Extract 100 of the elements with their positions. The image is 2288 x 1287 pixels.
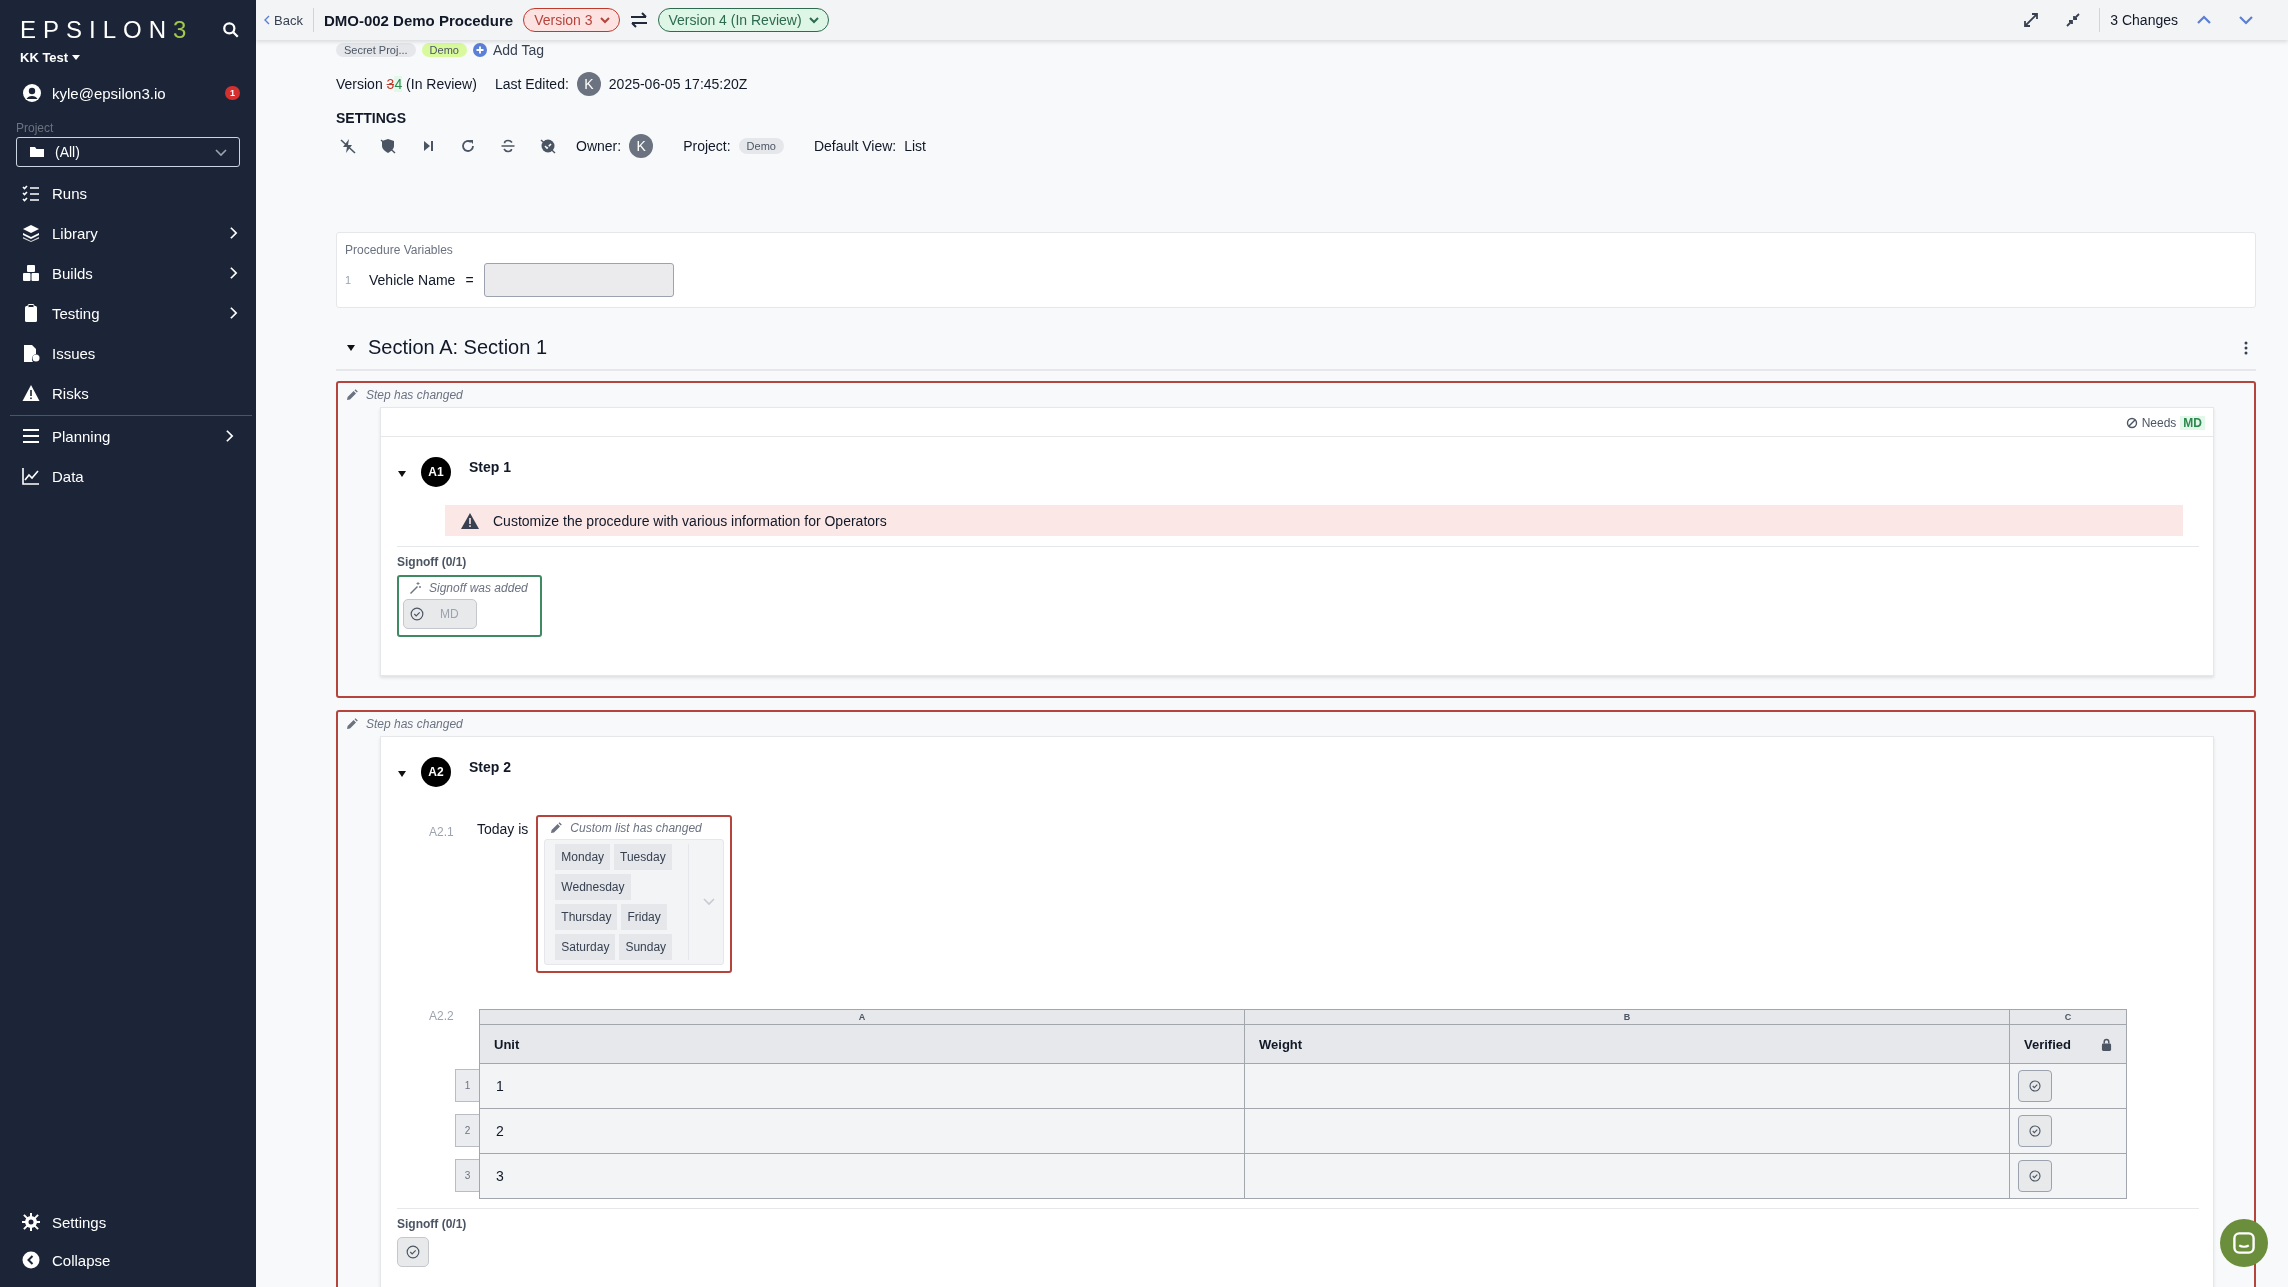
caret-icon[interactable] bbox=[72, 55, 81, 60]
multi-select[interactable]: Monday Tuesday Wednesday Thursday Friday Saturday Sunday bbox=[544, 839, 725, 965]
chevron-right-icon bbox=[225, 429, 234, 443]
library-icon bbox=[22, 224, 40, 242]
table-cell: 3 bbox=[479, 1153, 1245, 1199]
changes-count: 3 Changes bbox=[2110, 12, 2178, 28]
tag[interactable]: Secret Proj... bbox=[336, 43, 416, 57]
step-badge: A2 bbox=[421, 757, 451, 787]
version-select[interactable]: Version 4 (In Review) bbox=[657, 8, 829, 32]
row-number: 3 bbox=[455, 1159, 479, 1192]
back-link[interactable]: Back bbox=[274, 12, 303, 28]
add-tag-link[interactable]: Add Tag bbox=[492, 42, 545, 58]
version-label: Version 34 (In Review) bbox=[336, 76, 477, 92]
variable-name: Vehicle Name bbox=[369, 272, 456, 288]
sidebar-footer-item[interactable]: Collapse bbox=[0, 1241, 256, 1279]
check-circle-icon bbox=[406, 1245, 420, 1259]
option-chip: Friday bbox=[621, 904, 667, 930]
lock-icon bbox=[2101, 1037, 2112, 1051]
caret-icon[interactable] bbox=[397, 769, 407, 779]
procedure-title: DMO-002 Demo Procedure bbox=[323, 11, 514, 29]
settings-icon bbox=[22, 1213, 40, 1231]
row-number: 1 bbox=[345, 274, 353, 286]
step-badge: A1 bbox=[421, 457, 451, 487]
strikethrough-icon[interactable] bbox=[500, 138, 516, 154]
notification-badge: 1 bbox=[225, 86, 240, 100]
user-icon bbox=[22, 83, 42, 103]
block-index: A2.1 bbox=[429, 825, 455, 839]
column-letter: B bbox=[1244, 1009, 2010, 1025]
redo-icon[interactable] bbox=[460, 138, 476, 154]
row-number: 2 bbox=[455, 1114, 479, 1147]
step-title: Step 2 bbox=[469, 759, 511, 775]
signoff-title: Signoff (0/1) bbox=[397, 555, 468, 569]
swap-icon[interactable] bbox=[629, 12, 648, 28]
expand-icon[interactable] bbox=[2023, 12, 2040, 28]
signature-icon bbox=[2125, 417, 2138, 429]
nav-item[interactable]: Planning bbox=[10, 415, 252, 456]
check-badge-icon[interactable] bbox=[540, 138, 556, 154]
change-note: Custom list has changed bbox=[570, 821, 702, 835]
nav-item[interactable]: Runs bbox=[0, 173, 256, 213]
plus-icon[interactable] bbox=[472, 43, 487, 57]
chevron-left-icon[interactable] bbox=[264, 15, 270, 25]
check-button[interactable] bbox=[2018, 1070, 2052, 1102]
option-chip: Wednesday bbox=[555, 874, 631, 900]
check-button[interactable] bbox=[2018, 1115, 2052, 1147]
project-select[interactable]: (All) bbox=[16, 137, 240, 167]
search-icon[interactable] bbox=[222, 21, 240, 39]
table-cell: 2 bbox=[479, 1108, 1245, 1154]
magic-wand-icon bbox=[409, 582, 421, 594]
collapse-icon[interactable] bbox=[2065, 12, 2082, 28]
last-edited-date: 2025-06-05 17:45:20Z bbox=[608, 76, 748, 92]
pencil-icon bbox=[346, 389, 358, 401]
version-select[interactable]: Version 3 bbox=[523, 8, 620, 32]
owner-label: Owner: bbox=[576, 138, 622, 154]
caret-icon[interactable] bbox=[346, 342, 356, 353]
chevron-right-icon bbox=[229, 226, 238, 240]
nav-item[interactable]: Issues bbox=[0, 333, 256, 373]
issues-icon bbox=[22, 344, 40, 362]
column-header: Weight bbox=[1244, 1024, 2010, 1064]
role-tag: MD bbox=[2180, 416, 2205, 430]
shield-off-icon[interactable] bbox=[380, 138, 396, 154]
sidebar-footer-item[interactable]: Settings bbox=[0, 1203, 256, 1241]
folder-icon bbox=[29, 144, 45, 160]
nav-item[interactable]: Testing bbox=[0, 293, 256, 333]
caret-icon[interactable] bbox=[397, 469, 407, 479]
avatar: K bbox=[576, 72, 601, 96]
check-circle-icon bbox=[2029, 1125, 2041, 1137]
variable-input[interactable] bbox=[483, 263, 674, 297]
default-view-value: List bbox=[904, 138, 926, 154]
risks-icon bbox=[22, 384, 40, 402]
check-button[interactable] bbox=[2018, 1160, 2052, 1192]
user-email[interactable]: kyle@epsilon3.io bbox=[52, 84, 215, 102]
option-chip: Sunday bbox=[619, 934, 673, 960]
last-edited-label: Last Edited: bbox=[494, 76, 569, 92]
equals-sign: = bbox=[465, 272, 474, 288]
workspace-switcher[interactable]: KK Test bbox=[20, 50, 69, 65]
lightning-off-icon[interactable] bbox=[340, 138, 356, 154]
signoff-button[interactable] bbox=[397, 1237, 429, 1267]
warning-text: Customize the procedure with various information for Operators bbox=[493, 512, 887, 529]
tag[interactable]: Demo bbox=[421, 43, 467, 57]
step-title: Step 1 bbox=[469, 459, 511, 475]
chevron-left-icon bbox=[22, 1251, 40, 1269]
nav-item[interactable]: Library bbox=[0, 213, 256, 253]
column-letter: A bbox=[479, 1009, 1245, 1025]
field-label: Today is bbox=[477, 821, 529, 837]
check-circle-icon bbox=[2029, 1080, 2041, 1092]
check-circle-icon bbox=[2029, 1170, 2041, 1182]
chat-icon bbox=[2232, 1231, 2256, 1255]
settings-title: SETTINGS bbox=[336, 110, 407, 126]
chevron-down-icon bbox=[703, 898, 716, 906]
data-icon bbox=[22, 467, 40, 485]
chevron-right-icon bbox=[229, 266, 238, 280]
signoff-title: Signoff (0/1) bbox=[397, 1217, 468, 1231]
chat-button[interactable] bbox=[2220, 1219, 2268, 1267]
pencil-icon bbox=[550, 822, 563, 834]
nav-item[interactable]: Builds bbox=[0, 253, 256, 293]
more-icon[interactable] bbox=[2244, 340, 2248, 355]
nav-item[interactable]: Data bbox=[0, 456, 256, 496]
nav-item[interactable]: Risks bbox=[0, 373, 256, 413]
section-title: Section A: Section 1 bbox=[368, 336, 547, 359]
change-note: Step has changed bbox=[366, 388, 463, 402]
